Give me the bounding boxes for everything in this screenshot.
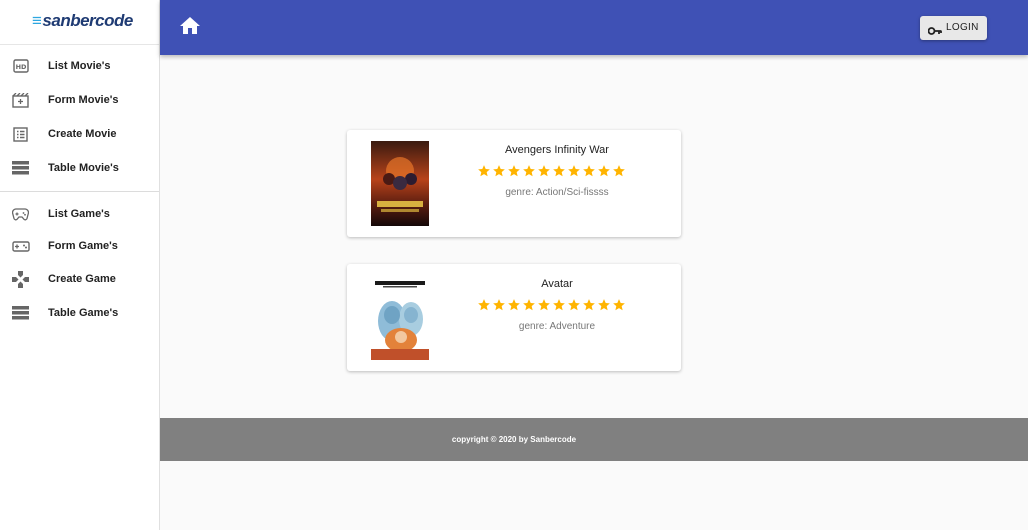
star-icon — [583, 165, 595, 177]
star-icon — [538, 299, 550, 311]
login-button[interactable]: LOGIN — [920, 16, 987, 40]
copyright-text: copyright © 2020 by Sanbercode — [451, 435, 577, 444]
key-icon — [927, 23, 942, 35]
movie-card[interactable]: Avengers Infinity War genre: Action/Sci-… — [347, 130, 681, 237]
star-icon — [538, 165, 550, 177]
sidebar-item-label: Create Game — [48, 273, 116, 285]
sidebar-item-label: Table Game's — [48, 307, 119, 319]
star-icon — [598, 299, 610, 311]
star-icon — [478, 165, 490, 177]
footer: copyright © 2020 by Sanbercode — [160, 418, 1028, 461]
svg-text:HD: HD — [15, 63, 26, 71]
star-icon — [523, 299, 535, 311]
star-icon — [478, 299, 490, 311]
rating-stars — [477, 298, 626, 312]
movie-clapper-icon — [11, 91, 30, 110]
table-rows-icon — [11, 304, 30, 323]
sidebar-item-label: List Game's — [48, 208, 110, 220]
sidebar-item-label: Create Movie — [48, 128, 117, 140]
sidebar-divider — [0, 191, 159, 192]
star-icon — [523, 165, 535, 177]
list-alt-icon — [11, 125, 30, 144]
sidebar-item-table-games[interactable]: Table Game's — [0, 298, 159, 328]
star-icon — [553, 165, 565, 177]
star-icon — [508, 165, 520, 177]
table-rows-icon — [11, 159, 30, 178]
star-icon — [568, 165, 580, 177]
sidebar-item-create-movie[interactable]: Create Movie — [0, 119, 159, 149]
star-icon — [553, 299, 565, 311]
movie-genre: genre: Adventure — [518, 321, 596, 332]
star-icon — [493, 299, 505, 311]
star-icon — [613, 165, 625, 177]
logo-area: ≡sanbercode — [0, 0, 159, 45]
movie-poster[interactable] — [371, 275, 429, 360]
sidebar-item-list-games[interactable]: List Game's — [0, 199, 159, 229]
videogame-asset-icon — [11, 237, 30, 256]
star-icon — [613, 299, 625, 311]
login-label: LOGIN — [946, 22, 979, 33]
sidebar-item-label: Form Game's — [48, 240, 118, 252]
rating-stars — [477, 164, 626, 178]
star-icon — [583, 299, 595, 311]
app-header: LOGIN — [160, 0, 1028, 55]
movie-title: Avengers Infinity War — [505, 144, 609, 156]
star-icon — [508, 299, 520, 311]
star-icon — [493, 165, 505, 177]
sidebar-item-form-games[interactable]: Form Game's — [0, 231, 159, 261]
brand-logo[interactable]: ≡sanbercode — [32, 11, 133, 31]
sidebar-item-list-movies[interactable]: HD List Movie's — [0, 51, 159, 81]
sidebar-item-create-game[interactable]: Create Game — [0, 264, 159, 294]
movie-card[interactable]: Avatar genre: Adventure — [347, 264, 681, 371]
sidebar: ≡sanbercode HD List Movie's Form Movie's… — [0, 0, 160, 530]
dpad-icon — [11, 270, 30, 289]
star-icon — [598, 165, 610, 177]
star-icon — [568, 299, 580, 311]
hd-icon: HD — [11, 57, 30, 76]
sidebar-item-label: Form Movie's — [48, 94, 119, 106]
page-bottom — [160, 461, 1028, 530]
home-icon[interactable] — [178, 14, 202, 38]
sidebar-item-table-movies[interactable]: Table Movie's — [0, 153, 159, 183]
movie-title: Avatar — [541, 278, 573, 290]
sidebar-item-form-movies[interactable]: Form Movie's — [0, 85, 159, 115]
movie-genre: genre: Action/Sci-fissss — [505, 187, 609, 198]
sidebar-item-label: List Movie's — [48, 60, 111, 72]
sidebar-item-label: Table Movie's — [48, 162, 119, 174]
movie-poster[interactable] — [371, 141, 429, 226]
gamepad-icon — [11, 205, 30, 224]
